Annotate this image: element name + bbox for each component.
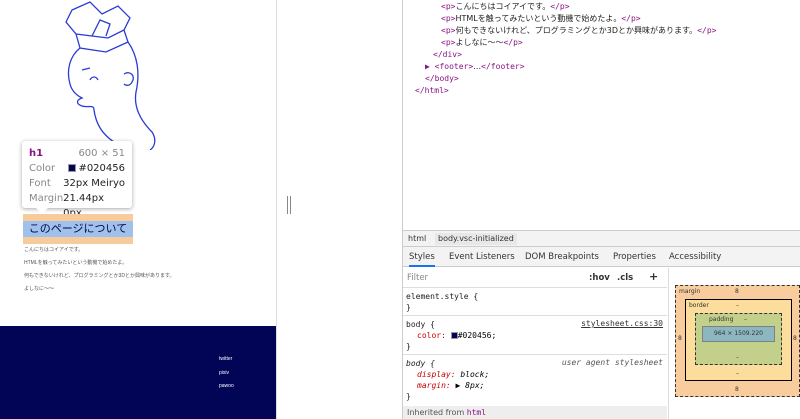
tooltip-color-value: #020456 (78, 163, 125, 174)
tab-dom-breakpoints[interactable]: DOM Breakpoints (525, 247, 599, 267)
add-rule-button[interactable]: + (649, 270, 658, 283)
elements-tree: <p>こんにちはコイアイです。</p> <p>HTMLを触ってみたいという動機で… (403, 0, 800, 100)
rule-selector: body { (406, 359, 435, 368)
screen: h1 600 × 51 Color #020456 Font 32px Meir… (0, 0, 800, 419)
styles-pane: element.style { } body { stylesheet.css:… (403, 288, 667, 419)
box-model-margin: margin 8 8 8 8 border – – padding – – 96… (675, 285, 800, 397)
css-declaration: display: block; (417, 370, 490, 379)
paragraph: HTMLを触ってみたいという動機で始めたよ。 (24, 260, 128, 266)
page-heading: このページについて (23, 221, 133, 237)
page-footer: twitter pixiv pawoo (0, 326, 276, 419)
tooltip-margin-value: 21.44px 0px (63, 193, 105, 219)
paragraph: こんにちはコイアイです。 (24, 247, 84, 253)
box-model-padding: padding – – 964 × 1509.220 (695, 313, 782, 365)
code-line[interactable]: </body> (425, 73, 459, 85)
color-swatch-icon[interactable] (450, 332, 458, 339)
box-model-panel: margin 8 8 8 8 border – – padding – – 96… (668, 268, 800, 419)
tooltip-tag: h1 (29, 148, 44, 159)
code-line[interactable]: </div> (433, 49, 462, 61)
breadcrumb: html body.vsc-initialized (403, 230, 800, 247)
breadcrumb-html[interactable]: html (405, 233, 429, 245)
rule-close: } (406, 303, 411, 312)
ua-stylesheet-label: user agent stylesheet (561, 358, 663, 367)
sidebar-tabs: Styles Event Listeners DOM Breakpoints P… (403, 247, 800, 267)
tab-properties[interactable]: Properties (613, 247, 656, 267)
stylesheet-link[interactable]: stylesheet.css:30 (581, 319, 663, 328)
css-declaration: margin: ▶ 8px; (417, 381, 485, 390)
box-model-content[interactable]: 964 × 1509.220 (702, 326, 775, 342)
code-line[interactable]: <p>HTMLを触ってみたいという動機で始めたよ。</p> (441, 13, 641, 25)
devtools-panel: <p>こんにちはコイアイです。</p> <p>HTMLを触ってみたいという動機で… (402, 0, 800, 419)
tab-accessibility[interactable]: Accessibility (669, 247, 721, 267)
heading-highlight: このページについて (23, 214, 133, 244)
resize-handle[interactable] (287, 196, 291, 214)
code-line[interactable]: <p>よしなに～～</p> (441, 37, 523, 49)
styles-filter-bar: Filter :hov .cls + (403, 268, 667, 288)
code-line[interactable]: ▶ <footer>…</footer> (425, 61, 525, 73)
box-model-border: border – – padding – – 964 × 1509.220 (685, 299, 792, 381)
inherited-tag-link[interactable]: html (467, 408, 486, 417)
footer-link-pawoo[interactable]: pawoo (219, 383, 234, 389)
tooltip-size: 600 × 51 (78, 148, 125, 159)
inspect-tooltip: h1 600 × 51 Color #020456 Font 32px Meir… (22, 141, 132, 219)
code-line[interactable]: <p>何もできないけれど、プログラミングとか3Dとか興味があります。</p> (441, 25, 716, 37)
hov-toggle[interactable]: :hov (589, 273, 610, 283)
tooltip-margin-label: Margin (29, 193, 64, 204)
page-preview: h1 600 × 51 Color #020456 Font 32px Meir… (0, 0, 276, 419)
panel-splitter (276, 0, 402, 419)
code-line[interactable]: <p>こんにちはコイアイです。</p> (441, 1, 570, 13)
tab-event-listeners[interactable]: Event Listeners (449, 247, 515, 267)
color-swatch-icon (68, 164, 77, 172)
footer-link-twitter[interactable]: twitter (219, 356, 232, 362)
paragraph: 何もできないけれど、プログラミングとか3Dとか興味があります。 (24, 273, 175, 279)
tooltip-font-label: Font (29, 178, 51, 189)
filter-input[interactable]: Filter (407, 273, 428, 283)
tooltip-color-label: Color (29, 163, 56, 174)
character-illustration (65, 1, 156, 150)
code-line[interactable]: </html> (415, 85, 449, 97)
css-declaration[interactable]: color: #020456; (417, 330, 496, 341)
paragraph: よしなに～～ (24, 286, 55, 292)
footer-link-pixiv[interactable]: pixiv (219, 370, 229, 376)
cls-toggle[interactable]: .cls (617, 273, 633, 283)
inherited-header: Inherited from html (403, 406, 667, 419)
tab-styles[interactable]: Styles (409, 247, 435, 267)
rule-selector: element.style { (406, 292, 479, 301)
rule-selector: body { (406, 320, 435, 329)
breadcrumb-body[interactable]: body.vsc-initialized (435, 233, 517, 245)
tooltip-font-value: 32px Meiryo (63, 178, 125, 189)
rule-close: } (406, 342, 411, 351)
rule-close: } (406, 392, 411, 401)
